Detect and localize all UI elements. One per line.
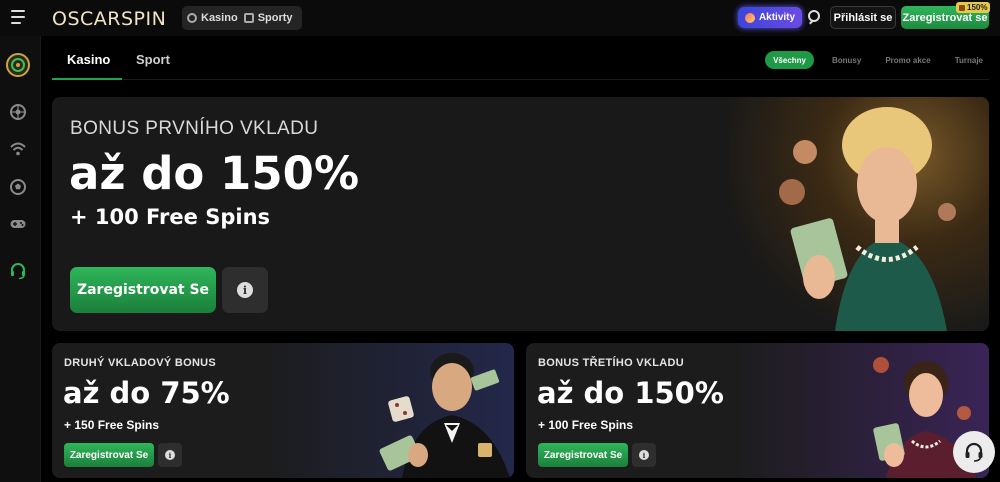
banner-amount: až do 150% bbox=[69, 147, 360, 200]
live-chat-button[interactable] bbox=[953, 431, 995, 473]
card-info-button[interactable]: i bbox=[158, 443, 182, 467]
second-deposit-card: DRUHÝ VKLADOVÝ BONUS až do 75% + 150 Fre… bbox=[52, 343, 514, 478]
mode-switch: Kasino Sporty bbox=[182, 6, 302, 30]
third-deposit-card: BONUS TŘETÍHO VKLADU až do 150% + 100 Fr… bbox=[526, 343, 989, 478]
login-button[interactable]: Přihlásit se bbox=[830, 6, 896, 29]
headset-icon bbox=[965, 442, 983, 462]
menu-icon[interactable] bbox=[8, 6, 30, 28]
tab-kasino[interactable]: Kasino bbox=[67, 52, 110, 67]
top-header: OSCARSPIN Kasino Sporty Aktivity Přihlás… bbox=[0, 0, 1000, 36]
info-icon: i bbox=[165, 450, 175, 460]
promo-filters: Všechny Bonusy Promo akce Turnaje bbox=[765, 51, 989, 69]
card-subtitle: + 150 Free Spins bbox=[64, 418, 160, 432]
register-bonus-badge: 150% bbox=[956, 2, 991, 13]
info-icon: i bbox=[639, 450, 649, 460]
banner-info-button[interactable]: i bbox=[222, 267, 268, 313]
card-kicker: BONUS TŘETÍHO VKLADU bbox=[538, 357, 684, 369]
tab-sport[interactable]: Sport bbox=[136, 52, 170, 67]
mode-sports-label: Sporty bbox=[257, 12, 293, 24]
gift-icon bbox=[959, 4, 965, 11]
register-bonus-badge-text: 150% bbox=[967, 3, 988, 12]
support-headset-icon[interactable] bbox=[8, 261, 28, 281]
mode-casino-label: Kasino bbox=[201, 12, 238, 24]
info-icon: i bbox=[237, 282, 253, 298]
card-kicker: DRUHÝ VKLADOVÝ BONUS bbox=[64, 357, 217, 369]
first-deposit-banner: BONUS PRVNÍHO VKLADU až do 150% + 100 Fr… bbox=[52, 97, 989, 331]
roulette-icon[interactable] bbox=[8, 102, 28, 122]
banner-kicker: BONUS PRVNÍHO VKLADU bbox=[70, 118, 319, 139]
banner-register-button[interactable]: Zaregistrovat Se bbox=[70, 267, 216, 313]
section-tabs: Kasino Sport Všechny Bonusy Promo akce T… bbox=[52, 36, 989, 80]
soccer-ball-icon[interactable] bbox=[8, 177, 28, 197]
filter-tournaments[interactable]: Turnaje bbox=[949, 56, 989, 65]
roulette-icon bbox=[187, 13, 197, 23]
filter-bonuses[interactable]: Bonusy bbox=[826, 56, 867, 65]
mode-casino[interactable]: Kasino bbox=[187, 12, 238, 24]
filter-promotions[interactable]: Promo akce bbox=[879, 56, 936, 65]
gamepad-icon[interactable] bbox=[8, 214, 28, 234]
active-tab-indicator bbox=[52, 78, 122, 80]
sidebar bbox=[0, 36, 41, 482]
gentleman-illustration bbox=[379, 353, 510, 478]
activity-label: Aktivity bbox=[758, 12, 796, 23]
logo[interactable]: OSCARSPIN bbox=[52, 8, 166, 30]
sports-icon bbox=[243, 13, 254, 23]
card-amount: až do 75% bbox=[63, 376, 230, 410]
card-info-button[interactable]: i bbox=[632, 443, 656, 467]
card-register-button[interactable]: Zaregistrovat Se bbox=[64, 443, 154, 467]
activity-button[interactable]: Aktivity bbox=[738, 7, 802, 28]
mode-sports[interactable]: Sporty bbox=[243, 12, 293, 24]
hostess-illustration bbox=[779, 107, 956, 331]
filter-all[interactable]: Všechny bbox=[765, 51, 814, 69]
promo-wheel-icon[interactable] bbox=[5, 52, 31, 78]
card-subtitle: + 100 Free Spins bbox=[538, 418, 634, 432]
search-icon[interactable] bbox=[806, 8, 824, 26]
live-signal-icon[interactable] bbox=[8, 139, 28, 159]
card-register-button[interactable]: Zaregistrovat Se bbox=[538, 443, 628, 467]
banner-subtitle: + 100 Free Spins bbox=[70, 205, 271, 229]
card-amount: až do 150% bbox=[537, 376, 724, 410]
activity-icon bbox=[744, 12, 755, 23]
